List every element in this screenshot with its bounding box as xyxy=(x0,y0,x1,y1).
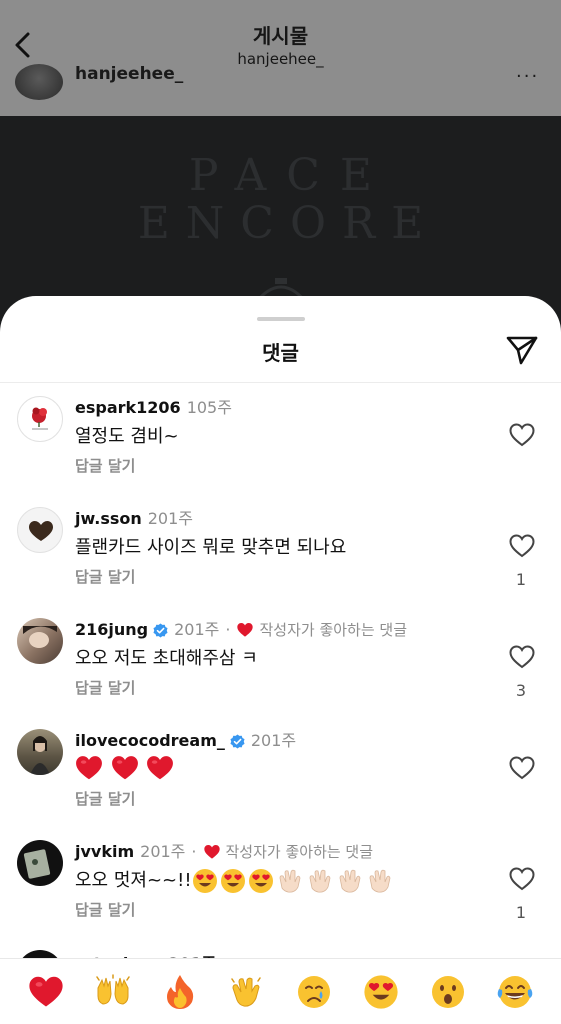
heart-cookie-avatar-icon xyxy=(29,521,53,541)
comment-text-emoji xyxy=(75,755,176,781)
clapping-hands-emoji-icon xyxy=(369,869,390,893)
red-heart-emoji-button[interactable] xyxy=(23,969,69,1015)
comment-item: ilovecocodream_ 201주 답글 달기 xyxy=(0,729,561,837)
comment-item: 216jung 201주 · 작성자가 좋아하는 댓글 오오 저도 초대해주삼 … xyxy=(0,618,561,726)
tears-of-joy-face-emoji-button[interactable] xyxy=(492,969,538,1015)
author-liked-heart-icon xyxy=(237,623,254,637)
comment-item: jw.sson 201주 플랜카드 사이즈 뭐로 맞추면 되나요 답글 달기 1 xyxy=(0,507,561,615)
like-heart-icon[interactable] xyxy=(509,534,535,558)
comment-username[interactable]: jvvkim xyxy=(75,840,134,864)
surprised-face-emoji-button[interactable] xyxy=(425,969,471,1015)
comment-text: 오오 저도 초대해주삼 ㅋ xyxy=(75,648,258,669)
comment-avatar[interactable] xyxy=(17,729,63,775)
post-comments-screen: 게시물 hanjeehee_ hanjeehee_ ··· PACE ENCOR… xyxy=(0,0,561,1024)
like-count: 1 xyxy=(515,570,527,589)
verified-badge-icon xyxy=(230,733,245,749)
red-heart-emoji-icon xyxy=(111,756,138,780)
comment-item: jvvkim 201주 · 작성자가 좋아하는 댓글 오오 멋져~~!! 답글 … xyxy=(0,840,561,948)
sheet-drag-handle[interactable] xyxy=(257,317,305,321)
comment-time: 201주 xyxy=(250,731,297,750)
clapping-hands-emoji-icon xyxy=(279,869,300,893)
like-heart-icon[interactable] xyxy=(509,423,535,447)
comment-header: 216jung 201주 · 작성자가 좋아하는 댓글 xyxy=(75,618,407,642)
like-heart-icon[interactable] xyxy=(509,645,535,669)
author-liked-label: 작성자가 좋아하는 댓글 xyxy=(225,843,374,861)
comment-header: ilovecocodream_ 201주 xyxy=(75,729,296,753)
reply-button[interactable]: 답글 달기 xyxy=(75,789,135,809)
separator-dot: · xyxy=(191,842,197,861)
more-options-icon[interactable]: ··· xyxy=(516,66,539,87)
comments-sheet: 댓글 espark1206 105주 열정도 겸비~ 답글 달기 jw.sson… xyxy=(0,296,561,1024)
post-image-text-line1: PACE xyxy=(188,150,393,201)
red-heart-icon xyxy=(28,976,63,1007)
quick-emoji-bar xyxy=(0,958,561,1024)
comment-header: espark1206 105주 xyxy=(75,396,232,420)
comment-username[interactable]: jw.sson xyxy=(75,507,142,531)
person-photo-avatar-icon xyxy=(23,626,57,648)
comment-time: 201주 xyxy=(147,509,194,528)
author-avatar[interactable] xyxy=(15,64,63,100)
like-count: 1 xyxy=(515,903,527,922)
like-heart-icon[interactable] xyxy=(509,756,535,780)
fire-icon xyxy=(166,974,193,1009)
fire-emoji-button[interactable] xyxy=(157,969,203,1015)
clapping-hands-emoji-button[interactable] xyxy=(224,969,270,1015)
comment-header: jw.sson 201주 xyxy=(75,507,193,531)
surprised-face-icon xyxy=(432,975,465,1008)
comments-title: 댓글 xyxy=(262,341,299,365)
heart-eyes-face-emoji-button[interactable] xyxy=(358,969,404,1015)
comment-time: 105주 xyxy=(186,398,232,417)
red-heart-emoji-icon xyxy=(147,756,174,780)
page-title: 게시물 xyxy=(252,24,309,48)
clapping-hands-emoji-icon xyxy=(339,869,360,893)
clapping-hands-emoji-icon xyxy=(309,869,330,893)
author-name[interactable]: hanjeehee_ xyxy=(75,64,183,84)
red-rose-avatar-icon xyxy=(32,407,48,430)
author-liked-label: 작성자가 좋아하는 댓글 xyxy=(259,621,408,639)
post-image-text-line2: ENCORE xyxy=(137,198,440,249)
author-liked-heart-icon xyxy=(203,845,220,859)
comment-username[interactable]: espark1206 xyxy=(75,396,181,420)
separator-dot: · xyxy=(225,620,231,639)
comment-text: 오오 멋져~~!! xyxy=(75,870,192,891)
heart-eyes-emoji-icon xyxy=(248,869,273,893)
raising-hands-emoji-button[interactable] xyxy=(90,969,136,1015)
raising-hands-icon xyxy=(95,973,130,1005)
reply-button[interactable]: 답글 달기 xyxy=(75,678,135,698)
clapping-hands-icon xyxy=(231,976,261,1007)
post-author-row: hanjeehee_ ··· xyxy=(0,64,561,116)
heart-eyes-emoji-icon xyxy=(192,869,217,893)
comment-username[interactable]: ilovecocodream_ xyxy=(75,729,225,753)
reply-button[interactable]: 답글 달기 xyxy=(75,456,135,476)
comment-time: 201주 xyxy=(174,620,220,639)
share-paper-plane-icon[interactable] xyxy=(504,334,540,366)
like-count: 3 xyxy=(515,681,527,700)
comment-avatar[interactable] xyxy=(17,618,63,664)
heart-eyes-face-icon xyxy=(364,974,398,1009)
tears-of-joy-face-icon xyxy=(498,975,533,1008)
crying-face-emoji-button[interactable] xyxy=(291,969,337,1015)
comment-text-row: 오오 멋져~~!! xyxy=(75,868,396,894)
comment-avatar[interactable] xyxy=(17,507,63,553)
person-photo-avatar-icon xyxy=(30,736,50,775)
comment-header: jvvkim 201주 · 작성자가 좋아하는 댓글 xyxy=(75,840,373,864)
comment-time: 201주 xyxy=(140,842,186,861)
comment-avatar[interactable] xyxy=(17,840,63,886)
comment-avatar[interactable] xyxy=(17,396,63,442)
comment-item: espark1206 105주 열정도 겸비~ 답글 달기 xyxy=(0,396,561,504)
post-header: 게시물 hanjeehee_ hanjeehee_ ··· xyxy=(0,0,561,116)
like-heart-icon[interactable] xyxy=(509,867,535,891)
comment-text: 플랜카드 사이즈 뭐로 맞추면 되나요 xyxy=(75,537,347,558)
reply-button[interactable]: 답글 달기 xyxy=(75,900,135,920)
heart-eyes-emoji-icon xyxy=(220,869,245,893)
comment-text: 열정도 겸비~ xyxy=(75,426,179,447)
reply-button[interactable]: 답글 달기 xyxy=(75,567,135,587)
photo-card-avatar-icon xyxy=(23,849,51,879)
red-heart-emoji-icon xyxy=(76,756,102,780)
sheet-divider xyxy=(0,382,561,383)
verified-badge-icon xyxy=(153,622,168,638)
crying-face-icon xyxy=(298,975,331,1008)
comment-username[interactable]: 216jung xyxy=(75,618,148,642)
